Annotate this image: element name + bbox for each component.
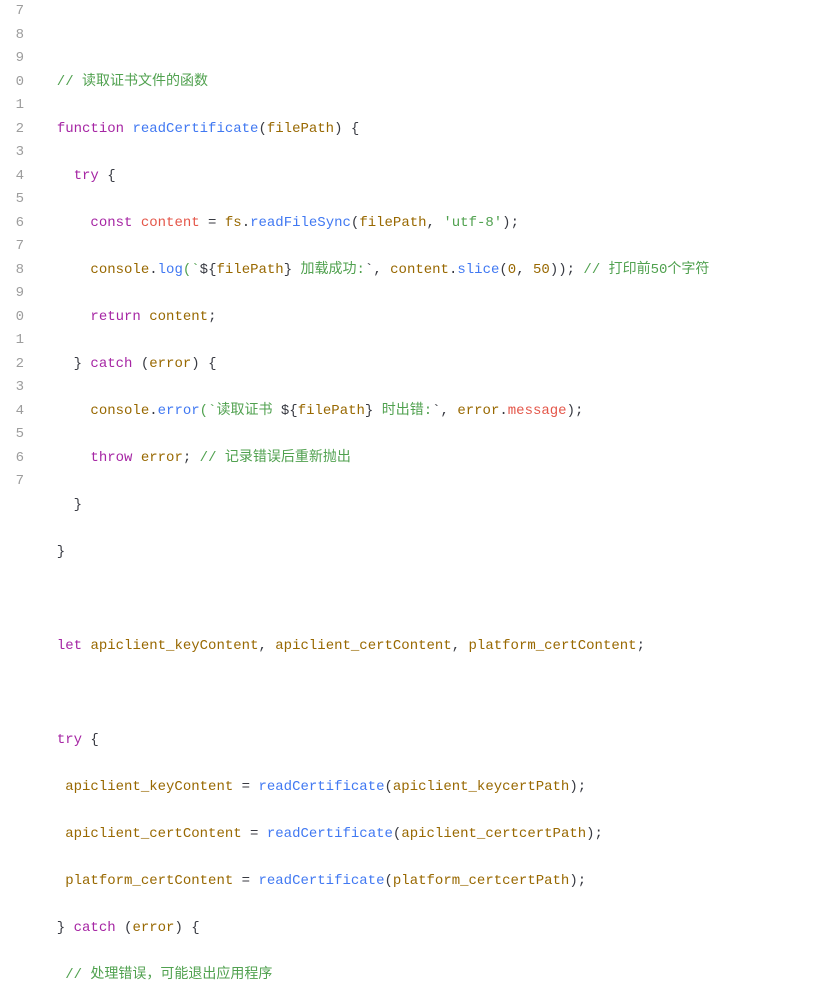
code-line <box>40 588 709 612</box>
code-line: } <box>40 541 709 565</box>
code-line: apiclient_keyContent = readCertificate(a… <box>40 776 709 800</box>
line-number: 0 <box>0 306 24 330</box>
code-line: let apiclient_keyContent, apiclient_cert… <box>40 635 709 659</box>
line-number: 9 <box>0 282 24 306</box>
line-number: 2 <box>0 353 24 377</box>
line-number: 7 <box>0 235 24 259</box>
code-line: } catch (error) { <box>40 917 709 941</box>
code-line <box>40 682 709 706</box>
code-line: const content = fs.readFileSync(filePath… <box>40 212 709 236</box>
code-line: console.log(`${filePath} 加载成功:`, content… <box>40 259 709 283</box>
line-number: 3 <box>0 141 24 165</box>
code-line: throw error; // 记录错误后重新抛出 <box>40 447 709 471</box>
code-line: } catch (error) { <box>40 353 709 377</box>
line-number: 5 <box>0 188 24 212</box>
code-line: console.error(`读取证书 ${filePath} 时出错:`, e… <box>40 400 709 424</box>
code-line: } <box>40 494 709 518</box>
line-number: 9 <box>0 47 24 71</box>
line-number: 4 <box>0 165 24 189</box>
line-number: 7 <box>0 470 24 494</box>
line-number: 5 <box>0 423 24 447</box>
line-number: 1 <box>0 329 24 353</box>
code-line: platform_certContent = readCertificate(p… <box>40 870 709 894</box>
code-line: try { <box>40 165 709 189</box>
code-line: apiclient_certContent = readCertificate(… <box>40 823 709 847</box>
line-number: 8 <box>0 259 24 283</box>
line-number: 6 <box>0 212 24 236</box>
code-line <box>40 24 709 48</box>
line-number: 0 <box>0 71 24 95</box>
code-line: try { <box>40 729 709 753</box>
line-number: 2 <box>0 118 24 142</box>
line-number: 7 <box>0 0 24 24</box>
code-line: function readCertificate(filePath) { <box>40 118 709 142</box>
line-number-gutter: 7 8 9 0 1 2 3 4 5 6 7 8 9 0 1 2 3 4 5 6 … <box>0 0 30 1000</box>
line-number: 6 <box>0 447 24 471</box>
line-number: 8 <box>0 24 24 48</box>
code-line: // 读取证书文件的函数 <box>40 71 709 95</box>
line-number: 4 <box>0 400 24 424</box>
line-number: 3 <box>0 376 24 400</box>
code-line: // 处理错误，可能退出应用程序 <box>40 964 709 988</box>
code-editor[interactable]: // 读取证书文件的函数 function readCertificate(fi… <box>30 0 709 1000</box>
line-number: 1 <box>0 94 24 118</box>
code-line: return content; <box>40 306 709 330</box>
